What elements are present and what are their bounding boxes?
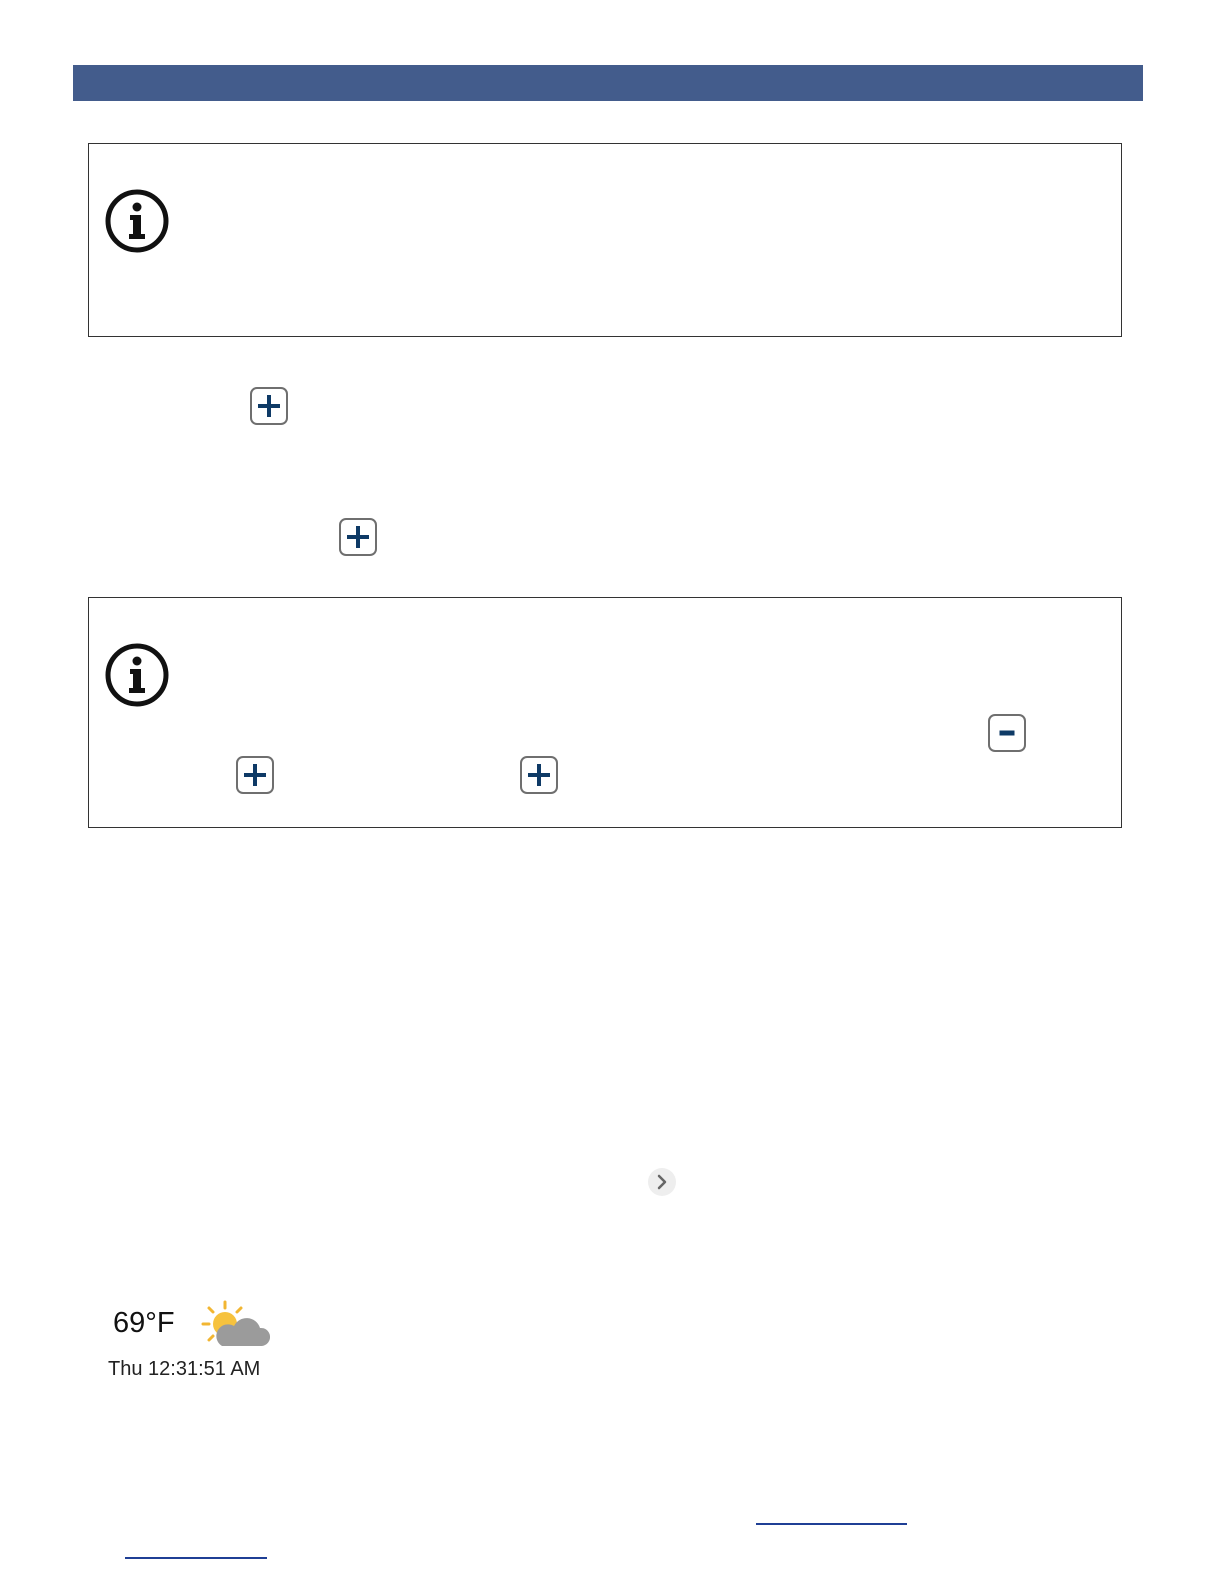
- plus-icon: [258, 395, 280, 417]
- link-underline[interactable]: [756, 1523, 907, 1525]
- minus-icon: [999, 730, 1015, 736]
- expand-button[interactable]: [236, 756, 274, 794]
- expand-button[interactable]: [520, 756, 558, 794]
- partly-cloudy-icon: [198, 1298, 270, 1352]
- note-box-2: [88, 597, 1122, 828]
- plus-icon: [244, 764, 266, 786]
- weather-temperature: 69°F: [113, 1307, 175, 1339]
- expand-button[interactable]: [339, 518, 377, 556]
- plus-icon: [528, 764, 550, 786]
- section-header-bar: [73, 65, 1143, 101]
- info-circle-icon: [104, 188, 170, 254]
- info-circle-icon: [104, 642, 170, 708]
- collapse-button[interactable]: [988, 714, 1026, 752]
- weather-datetime: Thu 12:31:51 AM: [108, 1358, 261, 1380]
- next-arrow-button[interactable]: [648, 1168, 676, 1196]
- expand-button[interactable]: [250, 387, 288, 425]
- link-underline[interactable]: [125, 1557, 267, 1559]
- note-box-1: [88, 143, 1122, 337]
- plus-icon: [347, 526, 369, 548]
- chevron-right-icon: [657, 1174, 667, 1190]
